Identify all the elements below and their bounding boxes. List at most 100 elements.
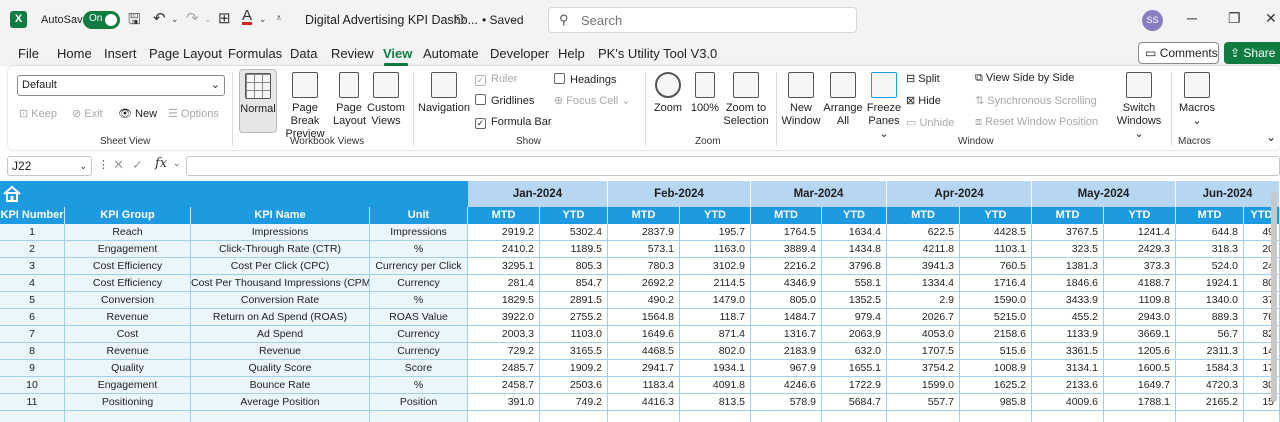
cell-value[interactable]: 3889.4 [751,241,822,258]
cell-value[interactable]: 644.8 [1176,224,1244,241]
close-icon[interactable]: ✕ [1265,10,1277,27]
cell-value[interactable]: 805.0 [751,292,822,309]
cell-value[interactable]: 4091.8 [680,377,751,394]
cell-value[interactable]: 3165.5 [540,343,608,360]
cell-group[interactable]: Revenue [65,343,191,360]
empty-cell[interactable] [680,411,751,422]
empty-cell[interactable] [468,411,540,422]
cell-value[interactable]: 3796.8 [822,258,887,275]
freeze-panes-button[interactable]: Freeze Panes ⌄ [864,72,904,141]
cell-value[interactable]: 2891.5 [540,292,608,309]
normal-view-button[interactable]: Normal [239,69,277,133]
search-input[interactable] [581,12,841,29]
macros-button[interactable]: Macros ⌄ [1176,72,1218,128]
cell-value[interactable]: 281.4 [468,275,540,292]
spreadsheet-grid[interactable]: Jan-2024 Feb-2024 Mar-2024 Apr-2024 May-2024… [0,181,1280,422]
cell-value[interactable]: 2755.2 [540,309,608,326]
empty-cell[interactable] [0,411,65,422]
cell-value[interactable]: 889.3 [1176,309,1244,326]
cell-value[interactable]: 373.3 [1104,258,1176,275]
table-row[interactable]: 3 Cost Efficiency Cost Per Click (CPC) Curr… [0,258,1280,275]
ytd-column-header[interactable]: YTD [540,207,608,224]
cell-value[interactable]: 2692.2 [608,275,680,292]
cell-value[interactable]: 1764.5 [751,224,822,241]
cell-group[interactable]: Revenue [65,309,191,326]
cell-num[interactable]: 2 [0,241,65,258]
view-side-by-side-button[interactable]: ⧉ View Side by Side [975,72,1074,85]
empty-cell[interactable] [1176,411,1244,422]
cell-value[interactable]: 4211.8 [887,241,960,258]
cell-value[interactable]: 3433.9 [1032,292,1104,309]
tab-developer[interactable]: Developer [490,46,549,61]
month-header[interactable]: May-2024 [1032,181,1176,207]
cell-value[interactable]: 1707.5 [887,343,960,360]
empty-cell[interactable] [1032,411,1104,422]
empty-cell[interactable] [540,411,608,422]
unhide-button[interactable]: ▭ Unhide [906,116,954,129]
exit-button[interactable]: ⊘ Exit [72,107,103,120]
cell-value[interactable]: 515.6 [960,343,1032,360]
cell-value[interactable]: 4468.5 [608,343,680,360]
page-layout-view-button[interactable]: Page Layout [333,72,366,128]
cell-value[interactable]: 1103.0 [540,326,608,343]
cell-num[interactable]: 7 [0,326,65,343]
cell-value[interactable]: 3941.3 [887,258,960,275]
cell-value[interactable]: 1722.9 [822,377,887,394]
sheet-view-combo[interactable]: Default ⌄ [17,75,225,96]
insert-function-icon[interactable]: fx [155,156,167,171]
cell-value[interactable]: 1205.6 [1104,343,1176,360]
formula-bar-checkbox[interactable]: ✓ Formula Bar [475,116,552,129]
tab-file[interactable]: File [18,46,39,61]
cell-value[interactable]: 3669.1 [1104,326,1176,343]
cell-value[interactable]: 1909.2 [540,360,608,377]
ytd-column-header[interactable]: YTD [1104,207,1176,224]
cell-value[interactable]: 854.7 [540,275,608,292]
table-row[interactable]: 8 Revenue Revenue Currency 729.2 3165.5 4468.5… [0,343,1280,360]
cell-value[interactable]: 2458.7 [468,377,540,394]
cell-num[interactable]: 10 [0,377,65,394]
cell-unit[interactable]: % [370,377,468,394]
table-row[interactable]: 1 Reach Impressions Impressions 2919.2 5302.4… [0,224,1280,241]
cell-value[interactable]: 2216.2 [751,258,822,275]
zoom-to-selection-button[interactable]: Zoom to Selection [723,72,769,128]
cell-value[interactable]: 3102.9 [680,258,751,275]
table-row[interactable]: 10 Engagement Bounce Rate% 2458.7 2503.6 1183… [0,377,1280,394]
month-header[interactable]: Jan-2024 [468,181,608,207]
more-options-icon[interactable]: ⋮ [98,158,109,171]
cell-value[interactable]: 780.3 [608,258,680,275]
cell-num[interactable]: 9 [0,360,65,377]
cell-value[interactable]: 2063.9 [822,326,887,343]
cell-value[interactable]: 3922.0 [468,309,540,326]
empty-cell[interactable] [751,411,822,422]
tab-automate[interactable]: Automate [423,46,479,61]
mtd-column-header[interactable]: MTD [468,207,540,224]
restore-icon[interactable]: ❐ [1228,10,1241,27]
cell-value[interactable]: 1584.3 [1176,360,1244,377]
cell-value[interactable]: 195.7 [680,224,751,241]
cell-value[interactable]: 2133.6 [1032,377,1104,394]
table-row[interactable]: 9 Quality Quality Score Score 2485.7 1909.2 29… [0,360,1280,377]
cell-unit[interactable]: Currency [370,326,468,343]
cell-value[interactable]: 2.9 [887,292,960,309]
cell-name[interactable]: Cost Per Click (CPC) [191,258,370,275]
cell-unit[interactable]: % [370,241,468,258]
cell-unit[interactable]: Currency per Click [370,258,468,275]
cell-value[interactable]: 558.1 [822,275,887,292]
empty-cell[interactable] [960,411,1032,422]
cell-num[interactable]: 3 [0,258,65,275]
cell-value[interactable]: 3767.5 [1032,224,1104,241]
cell-name[interactable]: Quality Score [191,360,370,377]
empty-cell[interactable] [822,411,887,422]
table-row[interactable]: 4 Cost Efficiency Cost Per Thousand Impres… [0,275,1280,292]
cell-name[interactable]: Average Position [191,394,370,411]
formula-input[interactable] [186,156,1280,176]
cell-value[interactable]: 4720.3 [1176,377,1244,394]
cell-value[interactable]: 1599.0 [887,377,960,394]
cell-value[interactable]: 1103.1 [960,241,1032,258]
cell-value[interactable]: 967.9 [751,360,822,377]
empty-row[interactable] [0,411,1280,422]
cell-value[interactable]: 2183.9 [751,343,822,360]
empty-cell[interactable] [65,411,191,422]
cell-group[interactable]: Engagement [65,241,191,258]
undo-dropdown-icon[interactable]: ⌄ [171,14,179,25]
